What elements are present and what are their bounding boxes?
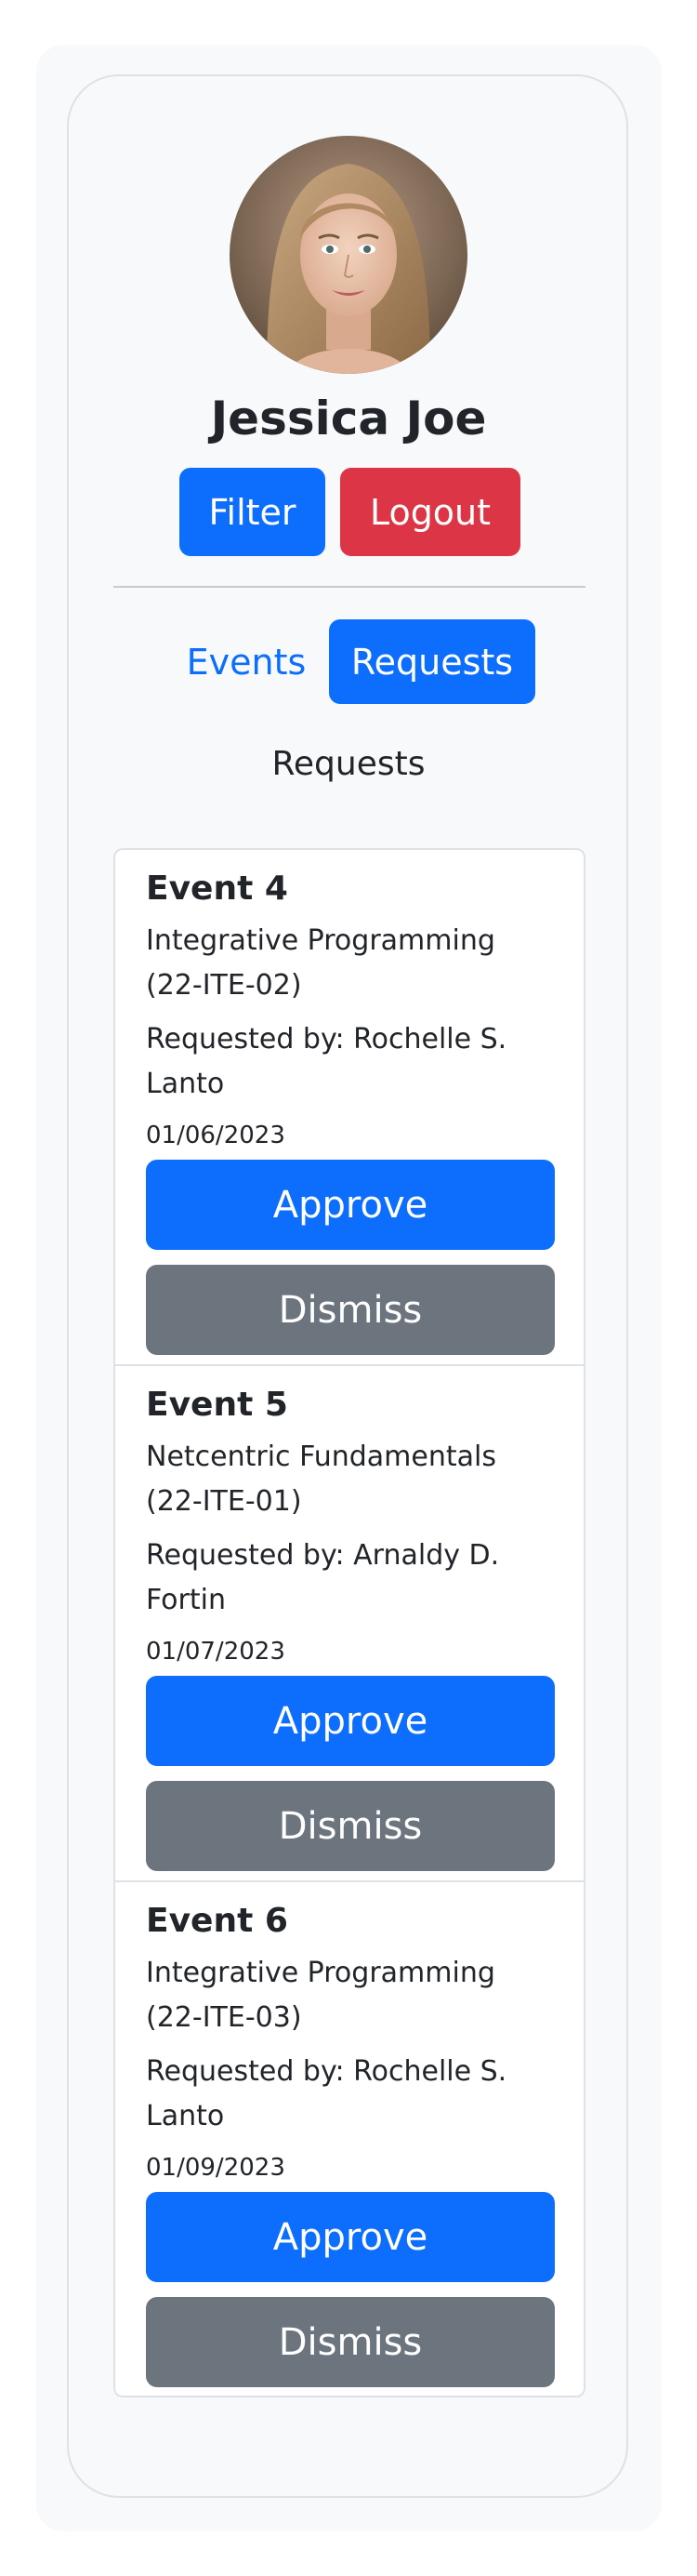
request-date: 01/06/2023 — [146, 1122, 285, 1149]
request-item: Event 4 Integrative Programming (22-ITE-… — [115, 850, 584, 1366]
dismiss-button[interactable]: Dismiss — [146, 1781, 555, 1871]
approve-button[interactable]: Approve — [146, 2192, 555, 2282]
request-course: Integrative Programming (22-ITE-03) — [146, 1957, 495, 2034]
request-item: Event 6 Integrative Programming (22-ITE-… — [115, 1882, 584, 2396]
request-title: Event 6 — [146, 1902, 288, 1940]
filter-button[interactable]: Filter — [179, 468, 325, 556]
user-name: Jessica Joe — [210, 392, 487, 445]
request-requester: Requested by: Arnaldy D. Fortin — [146, 1539, 500, 1616]
request-course: Netcentric Fundamentals (22-ITE-01) — [146, 1441, 496, 1518]
avatar — [230, 136, 467, 374]
tab-events[interactable]: Events — [182, 619, 310, 704]
request-item: Event 5 Netcentric Fundamentals (22-ITE-… — [115, 1366, 584, 1882]
logout-button[interactable]: Logout — [340, 468, 520, 556]
dismiss-button[interactable]: Dismiss — [146, 2297, 555, 2387]
request-date: 01/09/2023 — [146, 2154, 285, 2182]
request-title: Event 5 — [146, 1386, 288, 1424]
request-course: Integrative Programming (22-ITE-02) — [146, 924, 495, 1002]
divider — [113, 586, 585, 588]
request-requester: Requested by: Rochelle S. Lanto — [146, 2055, 507, 2132]
section-title: Requests — [271, 745, 426, 783]
request-date: 01/07/2023 — [146, 1638, 285, 1666]
request-title: Event 4 — [146, 870, 288, 908]
request-requester: Requested by: Rochelle S. Lanto — [146, 1023, 507, 1100]
dismiss-button[interactable]: Dismiss — [146, 1265, 555, 1355]
avatar-photo — [230, 136, 467, 374]
tab-requests[interactable]: Requests — [329, 619, 535, 704]
approve-button[interactable]: Approve — [146, 1160, 555, 1250]
requests-list: Event 4 Integrative Programming (22-ITE-… — [113, 848, 585, 2397]
approve-button[interactable]: Approve — [146, 1676, 555, 1766]
